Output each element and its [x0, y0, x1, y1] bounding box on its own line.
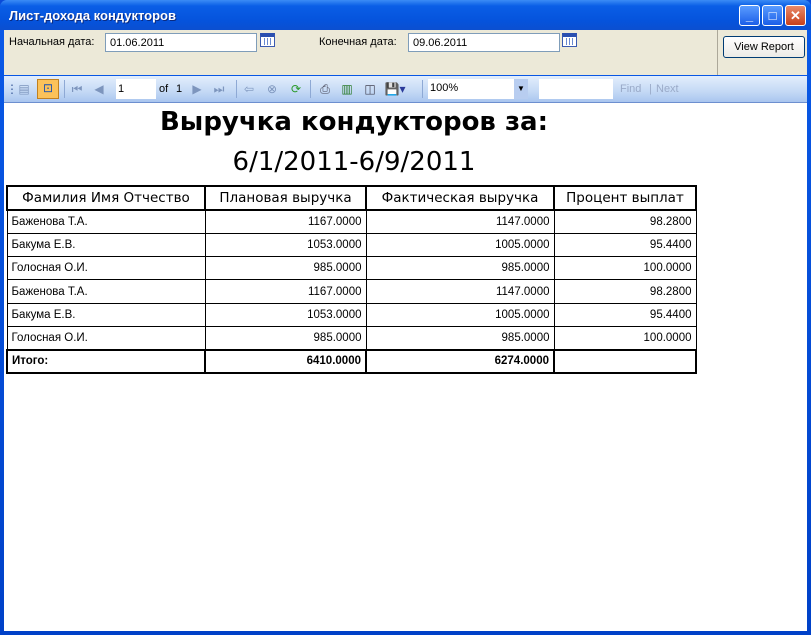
column-header: Фамилия Имя Отчество [6, 185, 206, 211]
page-setup-icon[interactable]: ◫ [361, 81, 379, 97]
actual-cell: 985.0000 [365, 325, 555, 351]
name-cell: Голосная О.И. [6, 325, 206, 351]
zoom-select[interactable]: 100% ▼ [428, 79, 528, 99]
document-map-icon[interactable]: ▤ [14, 81, 34, 97]
view-report-button[interactable]: View Report [723, 36, 805, 58]
find-input[interactable] [539, 79, 613, 99]
column-header: Процент выплат [553, 185, 697, 211]
planned-cell: 985.0000 [204, 256, 367, 281]
calendar-icon[interactable] [260, 33, 275, 47]
actual-cell: 985.0000 [365, 256, 555, 281]
chevron-down-icon[interactable]: ▼ [514, 79, 528, 99]
revenue-table: Фамилия Имя Отчество Плановая выручка Фа… [6, 185, 697, 375]
percent-cell: 100.0000 [553, 325, 697, 351]
percent-cell: 98.2800 [553, 209, 697, 234]
actual-cell: 1005.0000 [365, 232, 555, 258]
report-viewer: Выручка кондукторов за: 6/1/2011-6/9/201… [4, 103, 807, 631]
report-toolbar: ⋮ ▤ ⊡ ⏮ ◀ of 1 ▶ ⏭ ⇦ ⊗ ⟳ ⎙ ▥ ◫ 💾▾ 100% ▼… [4, 76, 807, 103]
total-actual: 6274.0000 [365, 348, 555, 375]
report-date-range: 6/1/2011-6/9/2011 [232, 147, 476, 177]
percent-cell: 95.4400 [553, 232, 697, 258]
table-row: Баженова Т.А. 1167.0000 1147.0000 98.2800 [6, 209, 697, 234]
table-row: Бакума Е.В. 1053.0000 1005.0000 95.4400 [6, 302, 697, 327]
title-bar: Лист-дохода кондукторов _ □ ✕ [0, 0, 811, 30]
parameters-panel: Начальная дата: Конечная дата: View Repo… [4, 30, 807, 75]
start-date-input[interactable] [105, 33, 257, 52]
divider [310, 80, 311, 98]
name-cell: Бакума Е.В. [6, 232, 206, 258]
table-row: Бакума Е.В. 1053.0000 1005.0000 95.4400 [6, 232, 697, 258]
close-button[interactable]: ✕ [785, 5, 806, 26]
table-row: Голосная О.И. 985.0000 985.0000 100.0000 [6, 256, 697, 281]
refresh-icon[interactable]: ⟳ [288, 81, 304, 97]
back-icon[interactable]: ⇦ [242, 81, 256, 97]
name-cell: Бакума Е.В. [6, 302, 206, 327]
name-cell: Голосная О.И. [6, 256, 206, 281]
print-layout-icon[interactable]: ▥ [339, 81, 355, 97]
grip-icon[interactable]: ⋮ [6, 81, 18, 97]
maximize-button[interactable]: □ [762, 5, 783, 26]
window-title: Лист-дохода кондукторов [9, 8, 176, 23]
actual-cell: 1005.0000 [365, 302, 555, 327]
percent-cell: 100.0000 [553, 256, 697, 281]
column-header: Фактическая выручка [365, 185, 555, 211]
total-label: Итого: [6, 348, 206, 375]
print-icon[interactable]: ⎙ [316, 81, 334, 97]
divider [422, 80, 423, 98]
table-header: Фамилия Имя Отчество Плановая выручка Фа… [6, 185, 697, 211]
app-window: Лист-дохода кондукторов _ □ ✕ Начальная … [0, 0, 811, 635]
zoom-value: 100% [430, 82, 459, 94]
table-row: Баженова Т.А. 1167.0000 1147.0000 98.2800 [6, 279, 697, 304]
next-page-icon[interactable]: ▶ [190, 81, 204, 97]
total-row: Итого: 6410.0000 6274.0000 [6, 348, 697, 375]
minimize-button[interactable]: _ [739, 5, 760, 26]
planned-cell: 1167.0000 [204, 279, 367, 304]
of-label: of [159, 83, 169, 95]
actual-cell: 1147.0000 [365, 209, 555, 234]
next-button[interactable]: Next [656, 81, 679, 97]
divider [64, 80, 65, 98]
name-cell: Баженова Т.А. [6, 279, 206, 304]
stop-icon[interactable]: ⊗ [264, 81, 280, 97]
export-icon[interactable]: 💾▾ [384, 81, 406, 97]
table-row: Голосная О.И. 985.0000 985.0000 100.0000 [6, 325, 697, 351]
last-page-icon[interactable]: ⏭ [212, 81, 226, 97]
divider: | [649, 83, 652, 95]
total-percent-cell [553, 348, 697, 375]
first-page-icon[interactable]: ⏮ [70, 81, 84, 97]
actual-cell: 1147.0000 [365, 279, 555, 304]
find-button[interactable]: Find [620, 81, 641, 97]
percent-cell: 98.2800 [553, 279, 697, 304]
report-title: Выручка кондукторов за: [159, 107, 548, 137]
end-date-input[interactable] [408, 33, 560, 52]
total-planned: 6410.0000 [204, 348, 367, 375]
planned-cell: 985.0000 [204, 325, 367, 351]
calendar-icon[interactable] [562, 33, 577, 47]
parent-report-icon[interactable]: ⊡ [37, 79, 59, 99]
divider [236, 80, 237, 98]
page-number-input[interactable] [116, 79, 156, 99]
planned-cell: 1053.0000 [204, 302, 367, 327]
divider [717, 30, 718, 75]
end-date-label: Конечная дата: [319, 36, 397, 48]
name-cell: Баженова Т.А. [6, 209, 206, 234]
planned-cell: 1053.0000 [204, 232, 367, 258]
total-pages: 1 [176, 83, 183, 95]
column-header: Плановая выручка [204, 185, 367, 211]
planned-cell: 1167.0000 [204, 209, 367, 234]
previous-page-icon[interactable]: ◀ [92, 81, 106, 97]
percent-cell: 95.4400 [553, 302, 697, 327]
start-date-label: Начальная дата: [9, 36, 95, 48]
